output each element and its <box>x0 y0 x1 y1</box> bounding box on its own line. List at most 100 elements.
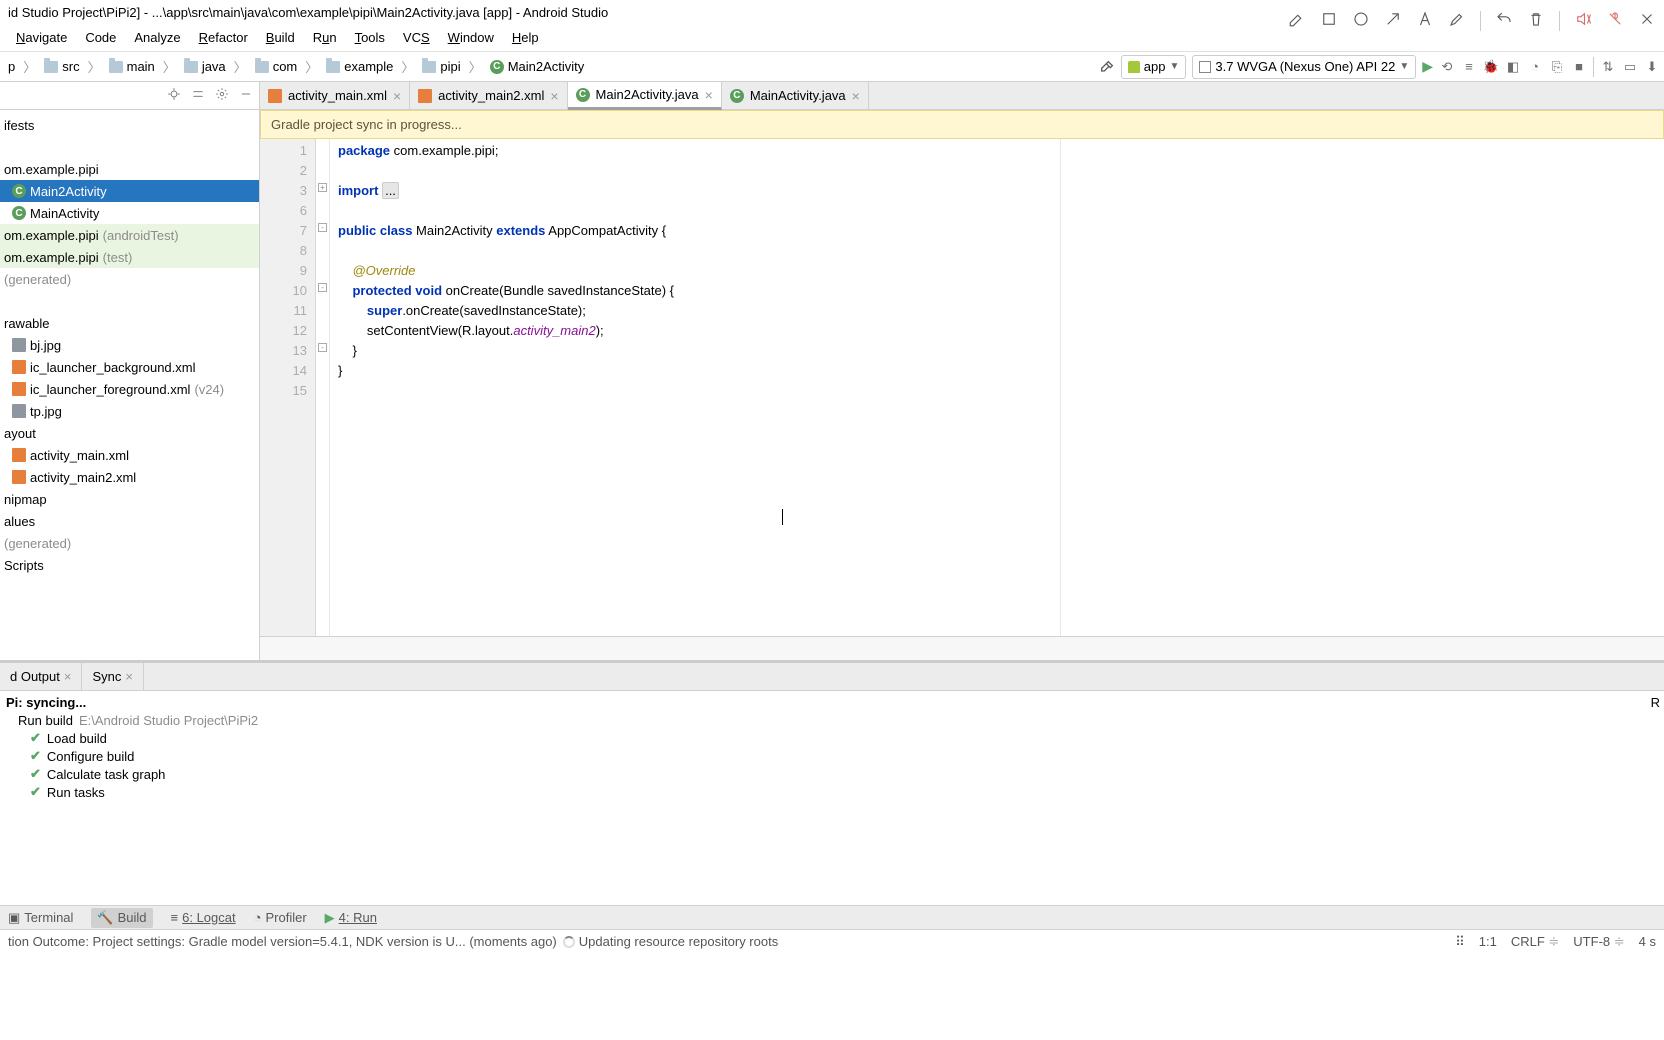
stop-icon[interactable]: ■ <box>1571 59 1587 75</box>
tree-tp-jpg[interactable]: tp.jpg <box>0 400 259 422</box>
circle-icon[interactable] <box>1352 10 1370 31</box>
tree-main2activity[interactable]: CMain2Activity <box>0 180 259 202</box>
sdk-manager-icon[interactable]: ⬇ <box>1644 59 1660 75</box>
menu-build[interactable]: Build <box>258 28 303 47</box>
build-output[interactable]: Pi: syncing...R Run build E:\Android Stu… <box>0 691 1664 905</box>
close-icon[interactable]: × <box>393 88 401 104</box>
tab-sync[interactable]: Sync× <box>82 663 144 690</box>
undo-icon[interactable] <box>1495 10 1513 31</box>
nav-bar: p〉 src〉 main〉 java〉 com〉 example〉 pipi〉 … <box>0 52 1664 82</box>
tree-scripts[interactable]: Scripts <box>0 554 259 576</box>
menu-help[interactable]: Help <box>504 28 547 47</box>
crumb[interactable]: example〉 <box>322 57 418 76</box>
tree-activity-main2[interactable]: activity_main2.xml <box>0 466 259 488</box>
hammer-icon[interactable] <box>1099 59 1115 75</box>
tab-activity-main2[interactable]: activity_main2.xml× <box>410 82 567 109</box>
tw-terminal[interactable]: ▣ Terminal <box>8 910 73 926</box>
tree-drawable[interactable]: rawable <box>0 312 259 334</box>
tree-package-androidtest[interactable]: om.example.pipi (androidTest) <box>0 224 259 246</box>
tree-bj-jpg[interactable]: bj.jpg <box>0 334 259 356</box>
hide-icon[interactable] <box>239 87 253 104</box>
menu-vcs[interactable]: VCS <box>395 28 438 47</box>
code-editor[interactable]: 1236789101112131415 + - - - package com.… <box>260 139 1664 636</box>
close-icon[interactable]: × <box>852 88 860 104</box>
tw-profiler[interactable]: ◔ Profiler <box>254 910 307 925</box>
collapse-icon[interactable] <box>191 87 205 104</box>
run-icon[interactable]: ▶ <box>1422 58 1433 75</box>
fold-ellipsis[interactable]: ... <box>382 182 399 199</box>
menu-code[interactable]: Code <box>77 28 124 47</box>
gear-icon[interactable] <box>215 87 229 104</box>
sync-gradle-icon[interactable]: ⇅ <box>1600 59 1616 75</box>
mute-icon[interactable] <box>1574 10 1592 31</box>
tw-build[interactable]: 🔨 Build <box>91 908 152 928</box>
fold-collapse-icon[interactable]: - <box>318 223 327 232</box>
fold-expand-icon[interactable]: + <box>318 183 327 192</box>
tree-activity-main[interactable]: activity_main.xml <box>0 444 259 466</box>
tree-generated2[interactable]: (generated) <box>0 532 259 554</box>
crumb[interactable]: java〉 <box>180 57 251 76</box>
locate-icon[interactable] <box>167 87 181 104</box>
tree-manifests[interactable]: ifests <box>0 114 259 136</box>
highlighter-icon[interactable] <box>1448 10 1466 31</box>
text-icon[interactable] <box>1416 10 1434 31</box>
close-icon[interactable] <box>1638 10 1656 31</box>
fold-column[interactable]: + - - - <box>316 139 330 636</box>
menu-refactor[interactable]: Refactor <box>191 28 256 47</box>
close-icon[interactable]: × <box>550 88 558 104</box>
close-icon[interactable]: × <box>705 87 713 103</box>
line-separator[interactable]: CRLF ≑ <box>1511 934 1559 950</box>
android-icon <box>1128 61 1140 73</box>
crumb[interactable]: CMain2Activity <box>486 59 589 74</box>
indent-info[interactable]: 4 s <box>1639 934 1656 949</box>
fold-end-icon[interactable]: - <box>318 343 327 352</box>
crumb[interactable]: src〉 <box>40 57 104 76</box>
crumb[interactable]: com〉 <box>251 57 323 76</box>
arrow-icon[interactable] <box>1384 10 1402 31</box>
grab-icon[interactable]: ⠿ <box>1455 934 1465 950</box>
trash-icon[interactable] <box>1527 10 1545 31</box>
close-icon[interactable]: × <box>64 669 72 684</box>
project-tree[interactable]: ifests om.example.pipi CMain2Activity CM… <box>0 110 259 576</box>
fold-collapse-icon[interactable]: - <box>318 283 327 292</box>
attach-debugger-icon[interactable]: ⎘ <box>1549 59 1565 75</box>
close-icon[interactable]: × <box>125 669 133 684</box>
avd-manager-icon[interactable]: ▭ <box>1622 59 1638 75</box>
tab-build-output[interactable]: d Output× <box>0 663 82 690</box>
menu-tools[interactable]: Tools <box>347 28 393 47</box>
run-config-dropdown[interactable]: app ▼ <box>1121 55 1187 79</box>
tree-ic-launcher-fg[interactable]: ic_launcher_foreground.xml (v24) <box>0 378 259 400</box>
crumb[interactable]: main〉 <box>105 57 180 76</box>
code-lines[interactable]: package com.example.pipi; import ... pub… <box>330 139 1664 636</box>
edit-icon[interactable] <box>1288 10 1306 31</box>
menu-run[interactable]: Run <box>305 28 345 47</box>
coverage-icon[interactable]: ◧ <box>1505 59 1521 75</box>
crumb[interactable]: p〉 <box>4 57 40 76</box>
menu-navigate[interactable]: Navigate <box>8 28 75 47</box>
profiler-icon[interactable]: ◔ <box>1527 59 1543 75</box>
device-dropdown[interactable]: 3.7 WVGA (Nexus One) API 22 ▼ <box>1192 55 1416 79</box>
crumb[interactable]: pipi〉 <box>418 57 485 76</box>
tree-ic-launcher-bg[interactable]: ic_launcher_background.xml <box>0 356 259 378</box>
debug-icon[interactable]: 🐞 <box>1483 59 1499 75</box>
tree-mainactivity[interactable]: CMainActivity <box>0 202 259 224</box>
tree-layout[interactable]: ayout <box>0 422 259 444</box>
menu-analyze[interactable]: Analyze <box>126 28 188 47</box>
menu-window[interactable]: Window <box>440 28 502 47</box>
square-icon[interactable] <box>1320 10 1338 31</box>
apply-code-icon[interactable]: ≡ <box>1461 59 1477 75</box>
caret-position[interactable]: 1:1 <box>1479 934 1497 949</box>
tree-mipmap[interactable]: nipmap <box>0 488 259 510</box>
mic-off-icon[interactable] <box>1606 10 1624 31</box>
tree-package-test[interactable]: om.example.pipi (test) <box>0 246 259 268</box>
tree-package[interactable]: om.example.pipi <box>0 158 259 180</box>
tab-mainactivity[interactable]: CMainActivity.java× <box>722 82 869 109</box>
tw-logcat[interactable]: ≡ 6: Logcat <box>171 910 236 925</box>
file-encoding[interactable]: UTF-8 ≑ <box>1573 934 1624 950</box>
tree-values[interactable]: alues <box>0 510 259 532</box>
apply-changes-icon[interactable]: ⟲ <box>1439 59 1455 75</box>
tab-main2activity[interactable]: CMain2Activity.java× <box>568 82 722 110</box>
tree-generated[interactable]: (generated) <box>0 268 259 290</box>
tw-run[interactable]: ▶ 4: Run <box>325 910 377 926</box>
tab-activity-main[interactable]: activity_main.xml× <box>260 82 410 109</box>
